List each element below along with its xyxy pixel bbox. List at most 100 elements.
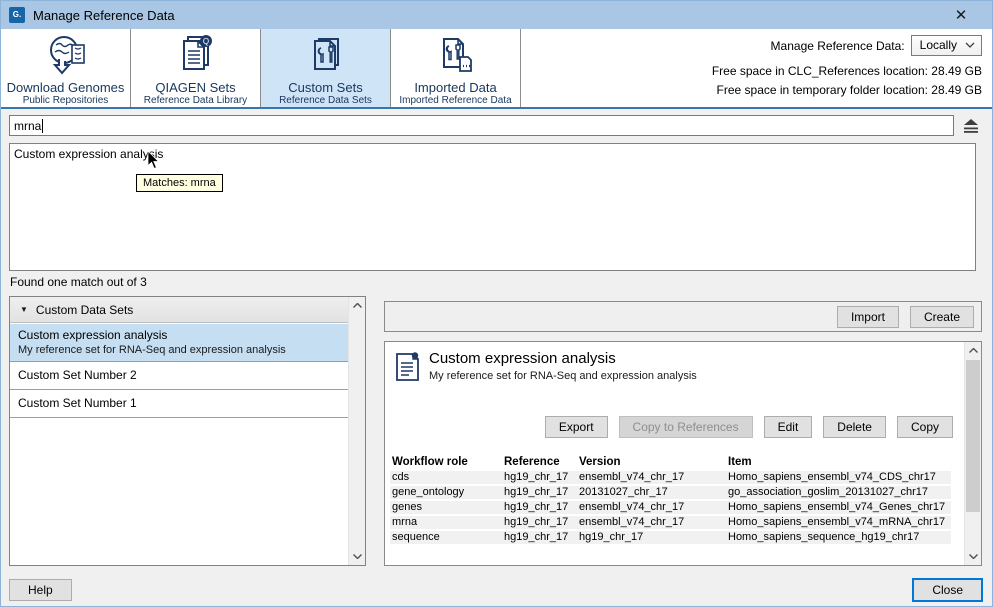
table-cell: Homo_sapiens_ensembl_v74_CDS_chr17 [726,471,951,484]
table-header-cell: Item [726,456,951,469]
toolbar-info: Manage Reference Data: Locally Free spac… [712,35,982,100]
copy-button[interactable]: Copy [897,416,953,438]
scrollbar-thumb[interactable] [966,360,980,512]
manage-location-label: Manage Reference Data: [771,39,905,53]
table-cell: ensembl_v74_chr_17 [577,501,726,514]
table-header-row: Workflow roleReferenceVersionItem [390,456,951,469]
tab-sublabel: Public Repositories [23,95,109,107]
table-cell: hg19_chr_17 [502,516,577,529]
list-item-custom-set-2[interactable]: Custom Set Number 2 [10,362,348,390]
window-title: Manage Reference Data [33,8,175,23]
import-button[interactable]: Import [837,306,899,328]
help-button[interactable]: Help [9,579,72,601]
text-caret [42,119,43,133]
tab-custom-sets[interactable]: Custom Sets Reference Data Sets [261,29,391,107]
table-cell: Homo_sapiens_sequence_hg19_chr17 [726,531,951,544]
table-cell: 20131027_chr_17 [577,486,726,499]
svg-text:Q: Q [202,37,208,46]
table-cell: hg19_chr_17 [502,486,577,499]
tab-qiagen-sets[interactable]: Q QIAGEN Sets Reference Data Library [131,29,261,107]
table-cell: hg19_chr_17 [502,531,577,544]
data-set-detail-card: Custom expression analysis My reference … [384,341,982,566]
toolbar-divider [1,107,992,109]
list-item-custom-set-1[interactable]: Custom Set Number 1 [10,390,348,418]
title-bar[interactable]: G. Manage Reference Data ✕ [1,1,992,29]
search-results-panel[interactable]: Custom expression analysis Matches: mrna [9,143,976,271]
table-header-cell: Reference [502,456,577,469]
list-item-title: Custom expression analysis [18,328,340,343]
export-button[interactable]: Export [545,416,608,438]
window-close-icon[interactable]: ✕ [944,1,978,29]
reference-table: Workflow roleReferenceVersionItem cdshg1… [390,454,951,546]
eject-icon [962,119,980,133]
table-row[interactable]: sequencehg19_chr_17hg19_chr_17Homo_sapie… [390,531,951,544]
table-cell: Homo_sapiens_ensembl_v74_mRNA_chr17 [726,516,951,529]
create-button[interactable]: Create [910,306,974,328]
data-set-list: Custom expression analysis My reference … [10,324,348,418]
table-cell: go_association_goslim_20131027_chr17 [726,486,951,499]
tab-sublabel: Reference Data Sets [279,95,372,107]
detail-scrollbar[interactable] [964,342,981,565]
list-item-title: Custom Set Number 1 [18,396,340,411]
location-dropdown[interactable]: Locally [911,35,982,56]
edit-button[interactable]: Edit [764,416,813,438]
manage-reference-data-dialog: G. Manage Reference Data ✕ Download Geno… [0,0,993,607]
table-header-cell: Version [577,456,726,469]
table-cell: hg19_chr_17 [502,471,577,484]
copy-to-references-button[interactable]: Copy to References [619,416,753,438]
table-cell: ensembl_v74_chr_17 [577,516,726,529]
search-match-item[interactable]: Custom expression analysis [14,147,163,161]
search-summary: Found one match out of 3 [10,275,147,289]
close-button[interactable]: Close [912,578,983,602]
table-cell: ensembl_v74_chr_17 [577,471,726,484]
free-space-references: Free space in CLC_References location: 2… [712,62,982,81]
table-row[interactable]: mrnahg19_chr_17ensembl_v74_chr_17Homo_sa… [390,516,951,529]
custom-data-sets-header-label: Custom Data Sets [36,303,133,317]
list-item-custom-expression-analysis[interactable]: Custom expression analysis My reference … [10,324,348,362]
tab-label: Imported Data [414,81,496,95]
delete-button[interactable]: Delete [823,416,886,438]
table-cell: hg19_chr_17 [577,531,726,544]
table-cell: genes [390,501,502,514]
scroll-down-icon[interactable] [965,548,981,565]
scroll-up-icon[interactable] [965,342,981,359]
free-space-temp: Free space in temporary folder location:… [712,81,982,100]
tab-label: Custom Sets [288,81,362,95]
table-row[interactable]: geneshg19_chr_17ensembl_v74_chr_17Homo_s… [390,501,951,514]
toolbar: Download Genomes Public Repositories Q [1,29,992,107]
list-item-subtitle: My reference set for RNA-Seq and express… [18,343,340,357]
table-cell: sequence [390,531,502,544]
app-icon: G. [9,7,25,23]
match-tooltip: Matches: mrna [136,174,223,192]
detail-toolbar: Import Create [384,301,982,332]
chevron-down-icon [965,42,975,48]
location-dropdown-value: Locally [920,38,957,52]
table-row[interactable]: cdshg19_chr_17ensembl_v74_chr_17Homo_sap… [390,471,951,484]
table-cell: mrna [390,516,502,529]
scroll-down-icon[interactable] [349,548,365,565]
scroll-up-icon[interactable] [349,297,365,314]
table-header-cell: Workflow role [390,456,502,469]
imported-data-icon [432,32,480,80]
custom-data-sets-header[interactable]: ▼ Custom Data Sets [10,297,348,323]
custom-data-sets-panel: ▼ Custom Data Sets Custom expression ana… [9,296,366,566]
data-set-document-icon [395,351,421,382]
collapse-triangle-icon: ▼ [20,305,28,314]
detail-subtitle: My reference set for RNA-Seq and express… [429,370,697,382]
download-genomes-icon [42,32,90,80]
detail-title: Custom expression analysis [429,350,616,367]
tab-sublabel: Reference Data Library [144,95,247,107]
table-row[interactable]: gene_ontologyhg19_chr_1720131027_chr_17g… [390,486,951,499]
table-cell: Homo_sapiens_ensembl_v74_Genes_chr17 [726,501,951,514]
search-input[interactable]: mrna [9,115,954,136]
left-panel-scrollbar[interactable] [348,297,365,565]
table-cell: cds [390,471,502,484]
collapse-results-button[interactable] [959,117,983,135]
tab-imported-data[interactable]: Imported Data Imported Reference Data [391,29,521,107]
list-item-title: Custom Set Number 2 [18,368,340,383]
tab-sublabel: Imported Reference Data [399,95,511,107]
qiagen-sets-icon: Q [172,32,220,80]
mouse-cursor-icon [147,151,160,170]
tab-download-genomes[interactable]: Download Genomes Public Repositories [1,29,131,107]
tab-label: QIAGEN Sets [155,81,235,95]
